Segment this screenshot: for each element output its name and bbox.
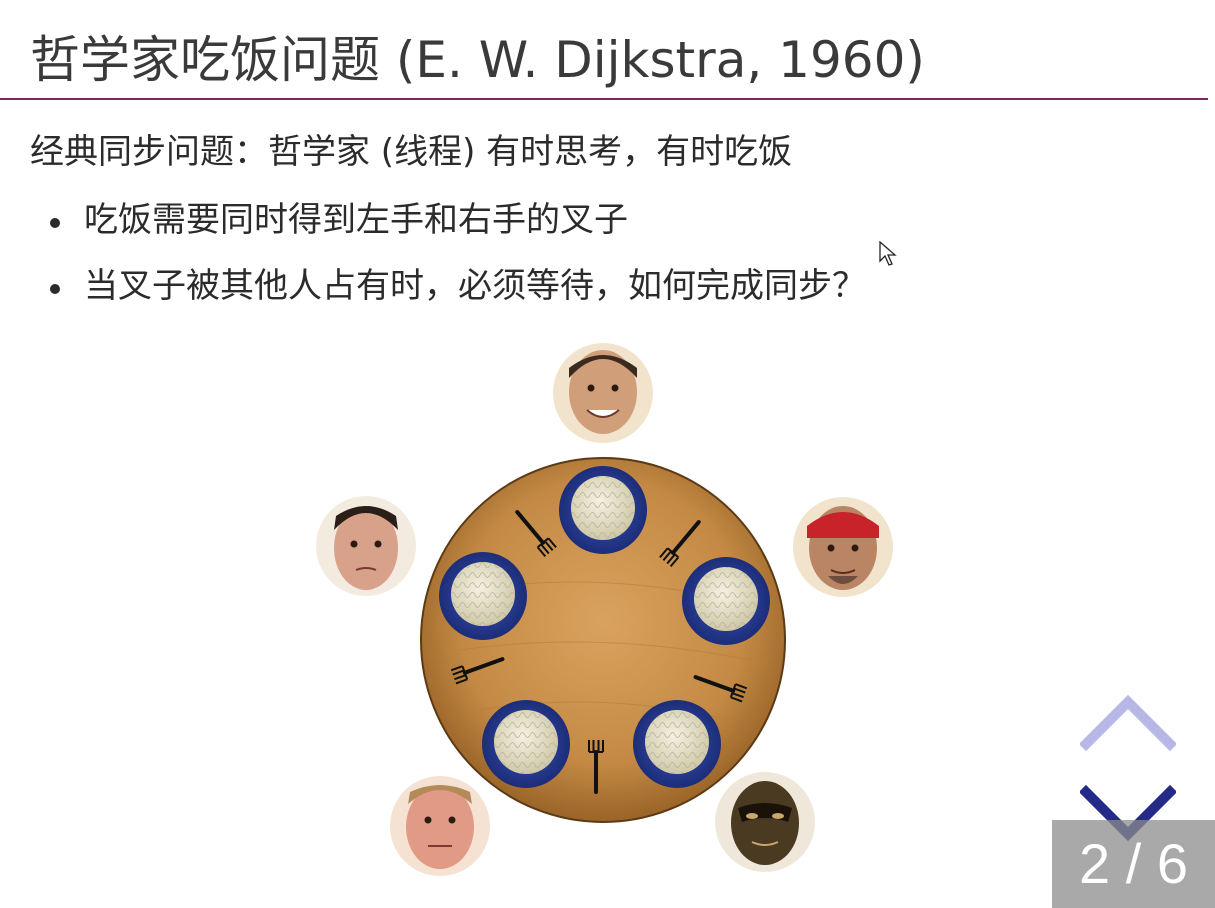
bullet-item: 当叉子被其他人占有时，必须等待，如何完成同步？ xyxy=(40,262,866,310)
mouse-cursor-icon xyxy=(879,241,897,266)
total-slide-count: 6 xyxy=(1156,832,1188,895)
bullet-item: 吃饭需要同时得到左手和右手的叉子 xyxy=(40,196,866,244)
philosopher-face xyxy=(316,496,416,596)
plate xyxy=(682,557,770,645)
slide: 哲学家吃饭问题 (E. W. Dijkstra, 1960) 经典同步问题：哲学… xyxy=(0,0,1215,908)
plate xyxy=(559,466,647,554)
philosopher-face xyxy=(715,772,815,872)
plate xyxy=(439,552,527,640)
philosopher-face xyxy=(793,497,893,597)
plate xyxy=(633,700,721,788)
title-divider xyxy=(0,98,1208,100)
slide-subtitle: 经典同步问题：哲学家 (线程) 有时思考，有时吃饭 xyxy=(30,132,793,172)
current-slide-number: 2 xyxy=(1079,832,1111,895)
previous-slide-button[interactable] xyxy=(1080,692,1176,752)
philosopher-face xyxy=(553,343,653,443)
philosopher-face xyxy=(390,776,490,876)
chevron-up-icon xyxy=(1080,694,1176,752)
plate xyxy=(482,700,570,788)
slide-title: 哲学家吃饭问题 (E. W. Dijkstra, 1960) xyxy=(30,31,925,89)
slide-counter: 2 / 6 xyxy=(1052,820,1215,908)
slide-counter-separator: / xyxy=(1125,832,1142,895)
bullet-list: 吃饭需要同时得到左手和右手的叉子 当叉子被其他人占有时，必须等待，如何完成同步？ xyxy=(40,196,866,328)
dining-philosophers-illustration xyxy=(316,343,893,876)
